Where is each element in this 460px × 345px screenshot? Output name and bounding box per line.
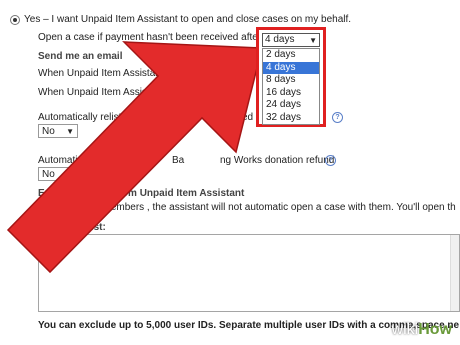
arrow-polygon (6, 41, 263, 274)
days-select[interactable]: 4 days ▼ (262, 33, 320, 47)
wikihow-watermark: wikiHow (392, 321, 452, 339)
unpaid-item-settings-page: Yes – I want Unpaid Item Assistant to op… (0, 0, 460, 345)
days-option[interactable]: 24 days (263, 99, 319, 112)
days-options-list: 2 days 4 days 8 days 16 days 24 days 32 … (262, 48, 320, 125)
chevron-down-icon: ▼ (309, 36, 317, 45)
days-option[interactable]: 32 days (263, 112, 319, 125)
red-pointer-arrow-icon (6, 41, 263, 274)
days-dropdown-highlight: 4 days ▼ 2 days 4 days 8 days 16 days 24… (256, 27, 326, 127)
days-option[interactable]: 2 days (263, 49, 319, 62)
days-option-selected[interactable]: 4 days (263, 61, 319, 74)
days-option[interactable]: 8 days (263, 74, 319, 87)
days-option[interactable]: 16 days (263, 87, 319, 100)
watermark-suffix: How (418, 321, 452, 338)
days-select-value: 4 days (265, 34, 295, 45)
watermark-prefix: wiki (391, 321, 419, 338)
